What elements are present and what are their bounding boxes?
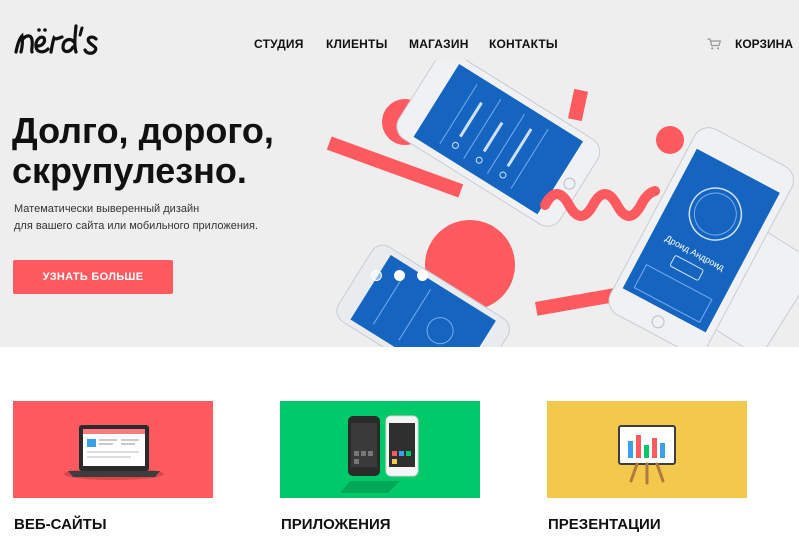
service-title-presentations: ПРЕЗЕНТАЦИИ bbox=[548, 516, 661, 533]
nav-link-clients[interactable]: КЛИЕНТЫ bbox=[326, 37, 388, 51]
hero-section: СТУДИЯ КЛИЕНТЫ МАГАЗИН КОНТАКТЫ КОРЗИНА … bbox=[0, 0, 799, 347]
slider-dot-3[interactable] bbox=[417, 270, 428, 281]
hero-illustration: Дроид Андроид bbox=[290, 60, 799, 347]
hero-subtitle-line-2: для вашего сайта или мобильного приложен… bbox=[14, 220, 259, 232]
services-section: ВЕБ-САЙТЫ ПРИЛОЖЕНИЯ ПРЕЗЕНТАЦИИ bbox=[0, 401, 799, 538]
service-tile-apps bbox=[280, 401, 480, 498]
decor-bar-top bbox=[568, 88, 588, 122]
service-title-apps: ПРИЛОЖЕНИЯ bbox=[281, 516, 391, 533]
main-nav: СТУДИЯ КЛИЕНТЫ МАГАЗИН КОНТАКТЫ bbox=[0, 37, 799, 53]
hero-phones-illustration: Дроид Андроид bbox=[326, 60, 799, 347]
cart-link[interactable]: КОРЗИНА bbox=[707, 35, 793, 53]
slider-dot-1[interactable] bbox=[371, 270, 382, 281]
service-title-websites: ВЕБ-САЙТЫ bbox=[14, 516, 107, 533]
cart-icon bbox=[707, 38, 721, 50]
hero-subtitle-line-1: Математически выверенный дизайн bbox=[14, 203, 200, 215]
slider-dot-2[interactable] bbox=[394, 270, 405, 281]
cart-label: КОРЗИНА bbox=[735, 37, 793, 51]
learn-more-button[interactable]: УЗНАТЬ БОЛЬШЕ bbox=[13, 260, 173, 294]
hero-headline: Долго, дорого, скрупулезно. bbox=[12, 111, 302, 191]
hero-headline-line-1: Долго, дорого, bbox=[12, 110, 274, 151]
service-tile-presentations bbox=[547, 401, 747, 498]
decor-circle-top-right bbox=[656, 126, 684, 154]
hero-subtitle: Математически выверенный дизайн для ваше… bbox=[14, 201, 294, 235]
nav-link-contacts[interactable]: КОНТАКТЫ bbox=[489, 37, 558, 51]
presentation-board-icon bbox=[547, 401, 747, 498]
slider-pagination bbox=[371, 270, 431, 282]
service-card-websites[interactable]: ВЕБ-САЙТЫ bbox=[13, 401, 213, 538]
nav-link-shop[interactable]: МАГАЗИН bbox=[409, 37, 469, 51]
service-tile-websites bbox=[13, 401, 213, 498]
hero-headline-line-2: скрупулезно. bbox=[12, 150, 247, 191]
service-card-apps[interactable]: ПРИЛОЖЕНИЯ bbox=[280, 401, 480, 538]
laptop-icon bbox=[13, 401, 213, 498]
nav-link-studio[interactable]: СТУДИЯ bbox=[254, 37, 304, 51]
service-card-presentations[interactable]: ПРЕЗЕНТАЦИИ bbox=[547, 401, 747, 538]
phones-icon bbox=[280, 401, 480, 498]
